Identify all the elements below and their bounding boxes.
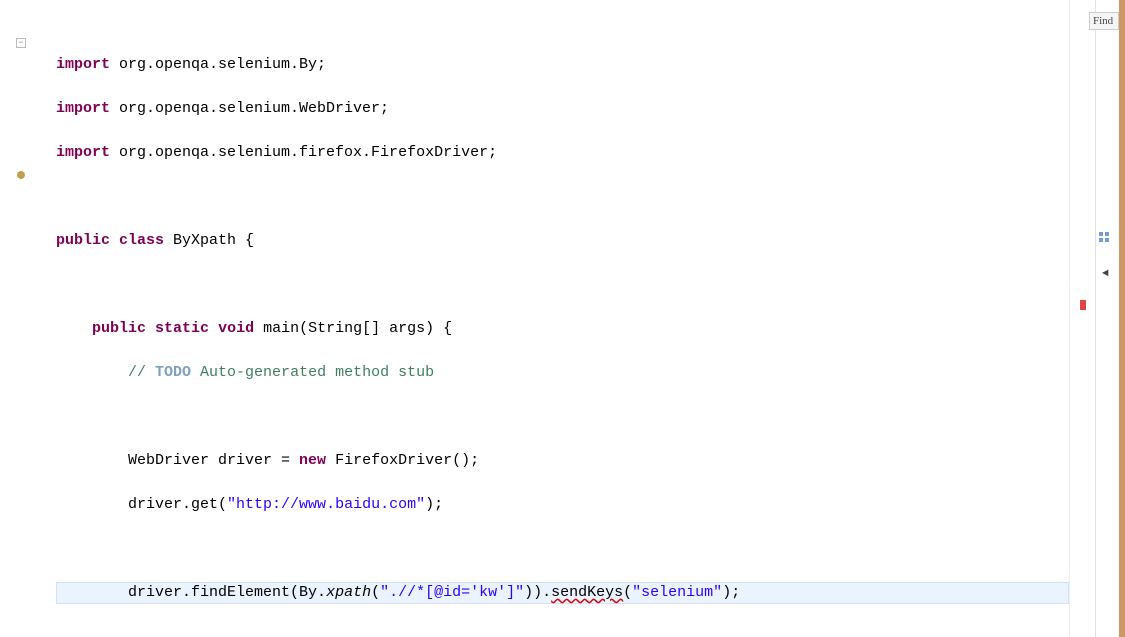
fold-icon[interactable]: − — [16, 38, 26, 48]
outline-scrollbar[interactable] — [1119, 0, 1125, 637]
outline-collapse-icon[interactable]: ◄ — [1102, 268, 1109, 280]
ide-root: − import org.openqa.selenium.By; import … — [0, 0, 1125, 637]
method-marker-icon[interactable] — [17, 171, 25, 179]
code-pane[interactable]: import org.openqa.selenium.By; import or… — [42, 0, 1069, 637]
editor-area: − import org.openqa.selenium.By; import … — [0, 0, 1125, 637]
find-button[interactable]: Find — [1089, 12, 1119, 30]
error-squiggle: sendKeys — [551, 584, 623, 601]
highlighted-line[interactable]: driver.findElement(By.xpath(".//*[@id='k… — [56, 582, 1069, 604]
outline-pane[interactable]: C ◄ — [1095, 0, 1125, 637]
outline-item-icon[interactable] — [1098, 231, 1110, 243]
overview-ruler[interactable] — [1069, 0, 1095, 637]
editor-gutter[interactable]: − — [0, 0, 42, 637]
code-text[interactable]: import org.openqa.selenium.By; import or… — [42, 0, 1069, 637]
kw-import: import — [56, 56, 110, 73]
error-marker-icon[interactable] — [1080, 300, 1086, 310]
